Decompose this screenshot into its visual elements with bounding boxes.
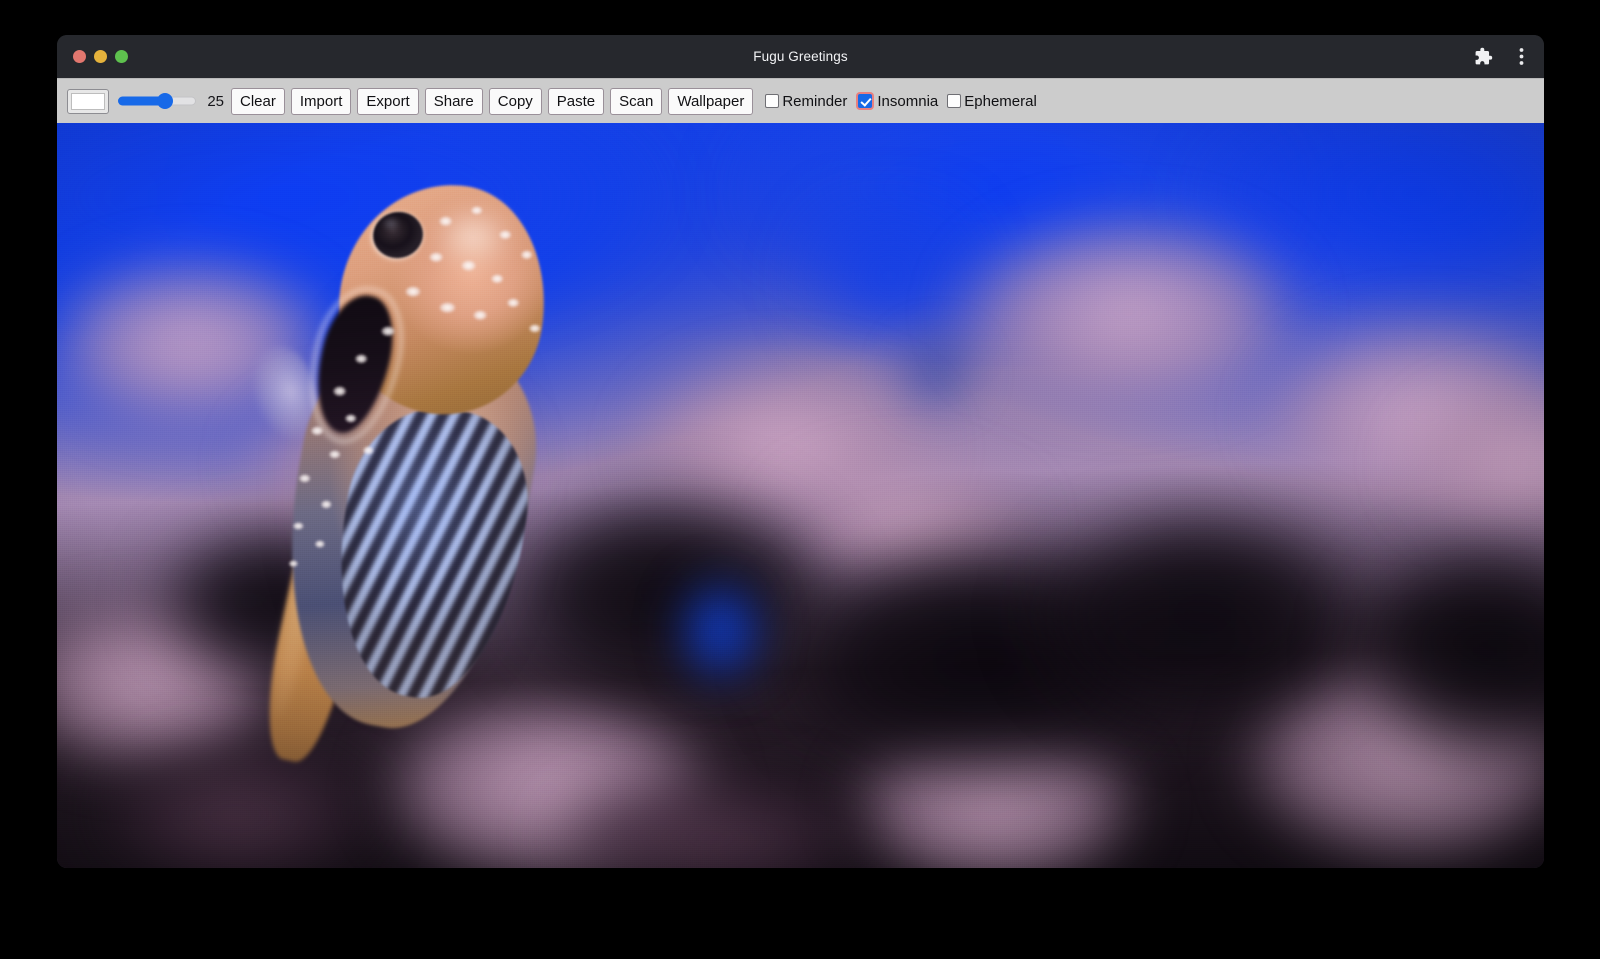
window-title: Fugu Greetings — [57, 35, 1544, 78]
export-button[interactable]: Export — [357, 88, 418, 115]
title-bar-actions — [1472, 35, 1532, 78]
minimize-window-button[interactable] — [94, 50, 107, 63]
fish-spot — [288, 560, 300, 569]
fish-spot — [438, 302, 459, 316]
extensions-icon[interactable] — [1472, 46, 1494, 68]
size-slider[interactable] — [118, 91, 196, 111]
fish-eye-glint — [382, 217, 400, 230]
reminder-checkbox-group[interactable]: Reminder — [765, 93, 854, 110]
insomnia-checkbox[interactable] — [858, 94, 872, 108]
insomnia-focus-ring — [856, 92, 874, 110]
ephemeral-label: Ephemeral — [964, 93, 1037, 110]
traffic-light-controls — [73, 35, 128, 78]
clear-button[interactable]: Clear — [231, 88, 285, 115]
fish-spot — [460, 260, 479, 274]
reminder-label: Reminder — [782, 93, 847, 110]
toolbar: 25 Clear Import Export Share Copy Paste … — [57, 78, 1544, 123]
pufferfish-subject — [232, 178, 592, 798]
wallpaper-button[interactable]: Wallpaper — [668, 88, 753, 115]
fish-spot — [320, 500, 334, 511]
import-button[interactable]: Import — [291, 88, 352, 115]
fish-spot — [404, 286, 424, 300]
ephemeral-checkbox-group[interactable]: Ephemeral — [947, 93, 1044, 110]
fish-spot — [472, 310, 490, 323]
cave-shadow — [1306, 510, 1544, 793]
fish-spot — [354, 354, 370, 366]
reminder-checkbox[interactable] — [765, 94, 779, 108]
fish-spot — [314, 540, 327, 550]
screen: Fugu Greetings — [0, 0, 1600, 959]
fish-spot — [520, 250, 535, 262]
water-blue-patch — [667, 570, 786, 704]
ephemeral-checkbox[interactable] — [947, 94, 961, 108]
slider-value-label: 25 — [204, 93, 224, 110]
title-bar: Fugu Greetings — [57, 35, 1544, 78]
fish-spot — [428, 252, 446, 265]
fish-spot — [344, 414, 359, 425]
fish-spot — [298, 474, 313, 485]
fish-spot — [362, 446, 376, 457]
share-button[interactable]: Share — [425, 88, 483, 115]
photo-canvas[interactable] — [57, 123, 1544, 868]
fish-spot — [380, 326, 398, 339]
scan-button[interactable]: Scan — [610, 88, 662, 115]
water-blue-patch — [890, 332, 994, 421]
fish-spot — [292, 522, 306, 532]
slider-thumb[interactable] — [157, 93, 173, 109]
fish-spot — [490, 274, 506, 286]
fish-spot — [506, 298, 522, 310]
fish-spot — [328, 450, 343, 461]
color-picker-swatch — [71, 93, 105, 110]
fish-spot — [438, 216, 455, 229]
fish-spot — [310, 426, 326, 438]
maximize-window-button[interactable] — [115, 50, 128, 63]
close-window-button[interactable] — [73, 50, 86, 63]
paste-button[interactable]: Paste — [548, 88, 604, 115]
fish-spot — [498, 230, 514, 242]
more-menu-icon[interactable] — [1510, 46, 1532, 68]
insomnia-checkbox-group[interactable]: Insomnia — [856, 92, 945, 110]
fish-spot — [470, 206, 485, 217]
copy-button[interactable]: Copy — [489, 88, 542, 115]
color-picker-input[interactable] — [67, 89, 109, 114]
fish-spot — [528, 324, 543, 335]
fish-spot — [332, 386, 349, 399]
app-window: Fugu Greetings — [57, 35, 1544, 868]
insomnia-label: Insomnia — [877, 93, 938, 110]
